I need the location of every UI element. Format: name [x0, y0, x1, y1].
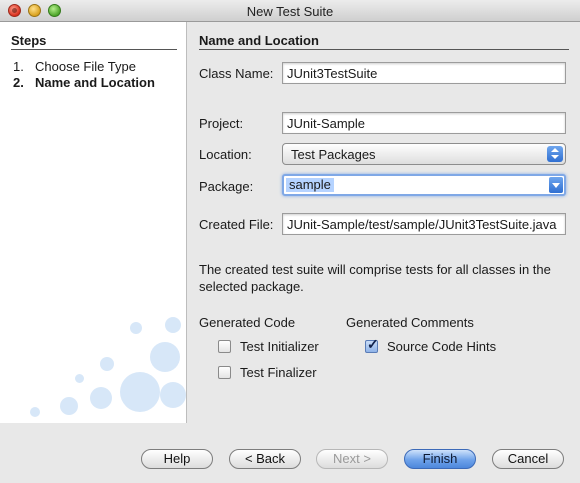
- source-code-hints-checkbox[interactable]: ✓: [365, 336, 379, 353]
- test-initializer-checkbox[interactable]: [218, 340, 231, 353]
- source-code-hints-label[interactable]: Source Code Hints: [387, 339, 496, 354]
- package-combo[interactable]: sample: [282, 174, 566, 196]
- chevron-down-icon: [552, 183, 560, 188]
- step-number: 1.: [13, 59, 24, 74]
- description-text: The created test suite will comprise tes…: [199, 262, 551, 294]
- section-divider: [199, 49, 569, 50]
- package-combo-value[interactable]: sample: [286, 178, 334, 192]
- finish-button[interactable]: Finish: [404, 449, 476, 469]
- window-title: New Test Suite: [246, 4, 334, 19]
- section-heading: Name and Location: [199, 33, 319, 48]
- step-item-choose-file-type: 1. Choose File Type: [13, 59, 136, 74]
- location-select[interactable]: Test Packages: [282, 143, 566, 165]
- created-file-field: JUnit-Sample/test/sample/JUnit3TestSuite…: [282, 213, 566, 235]
- step-item-name-and-location: 2. Name and Location: [13, 75, 155, 90]
- class-name-field[interactable]: JUnit3TestSuite: [282, 62, 566, 84]
- test-initializer-label[interactable]: Test Initializer: [240, 339, 319, 354]
- steps-divider: [11, 49, 177, 50]
- name-and-location-panel: Name and Location Class Name: JUnit3Test…: [187, 22, 580, 423]
- cancel-button[interactable]: Cancel: [492, 449, 564, 469]
- location-select-value: Test Packages: [291, 147, 376, 162]
- location-label: Location:: [199, 147, 252, 162]
- step-label: Choose File Type: [35, 59, 136, 74]
- created-file-label: Created File:: [199, 217, 274, 232]
- dropdown-arrow-button[interactable]: [549, 177, 563, 193]
- project-field: JUnit-Sample: [282, 112, 566, 134]
- step-number: 2.: [13, 75, 24, 90]
- project-label: Project:: [199, 116, 244, 131]
- updown-arrows-icon: [547, 146, 563, 162]
- next-button[interactable]: Next >: [316, 449, 388, 469]
- title-bar: New Test Suite: [0, 0, 580, 22]
- step-label: Name and Location: [35, 75, 155, 90]
- created-file-value: JUnit-Sample/test/sample/JUnit3TestSuite…: [287, 217, 557, 232]
- package-label: Package:: [199, 179, 254, 194]
- test-finalizer-checkbox[interactable]: [218, 366, 231, 379]
- class-name-label: Class Name:: [199, 66, 274, 81]
- steps-heading: Steps: [11, 33, 47, 48]
- help-button[interactable]: Help: [141, 449, 213, 469]
- generated-comments-heading: Generated Comments: [346, 315, 474, 330]
- checkmark-icon: ✓: [367, 336, 379, 352]
- back-button[interactable]: < Back: [229, 449, 301, 469]
- steps-panel: Steps 1. Choose File Type 2. Name and Loca…: [0, 22, 187, 423]
- test-finalizer-label[interactable]: Test Finalizer: [240, 365, 317, 380]
- generated-code-heading: Generated Code: [199, 315, 296, 330]
